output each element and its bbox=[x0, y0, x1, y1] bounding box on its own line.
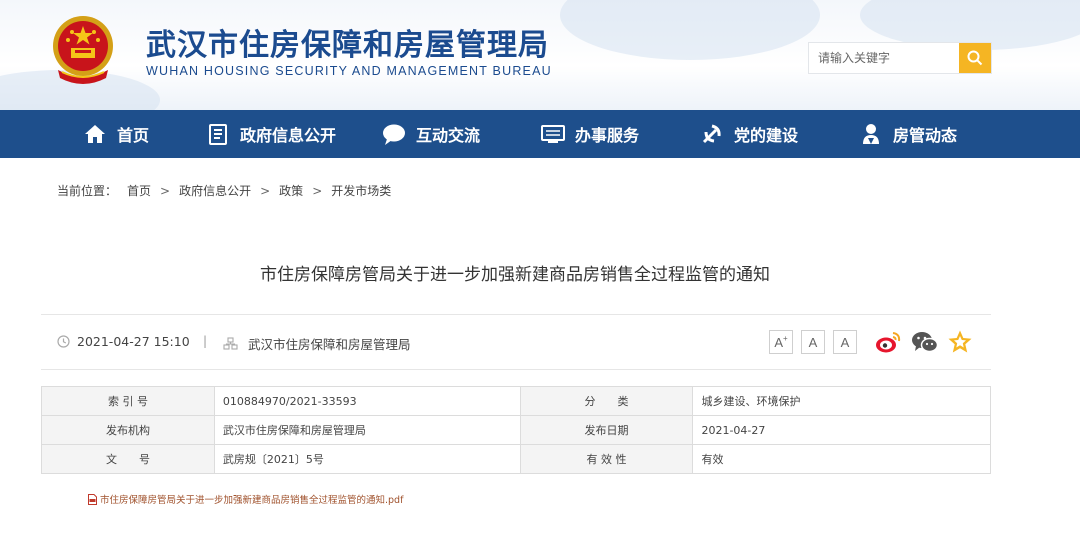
nav-item-label: 互动交流 bbox=[416, 126, 481, 145]
site-header: 武汉市住房保障和房屋管理局 WUHAN HOUSING SECURITY AND… bbox=[0, 0, 1080, 110]
breadcrumb-separator: > bbox=[312, 183, 323, 198]
nav-item-services[interactable]: 办事服务 bbox=[540, 110, 639, 158]
search-input[interactable] bbox=[809, 43, 959, 73]
breadcrumb-separator: > bbox=[160, 183, 171, 198]
index-number-value: 010884970/2021-33593 bbox=[213, 386, 521, 416]
article-title: 市住房保障房管局关于进一步加强新建商品房销售全过程监管的通知 bbox=[260, 265, 770, 285]
font-size-label: A bbox=[808, 334, 818, 350]
validity-label: 有 效 性 bbox=[519, 444, 694, 474]
table-row: 发布机构 武汉市住房保障和房屋管理局 发布日期 2021-04-27 bbox=[41, 415, 991, 445]
search-button[interactable] bbox=[959, 43, 991, 73]
document-number-value: 武房规〔2021〕5号 bbox=[213, 444, 521, 474]
breadcrumb-item-gov-info[interactable]: 政府信息公开 bbox=[179, 182, 251, 199]
publish-date-text: 2021-04-27 15:10 bbox=[77, 334, 190, 349]
meta-divider: | bbox=[203, 334, 208, 348]
document-info-table: 索 引 号 010884970/2021-33593 分 类 城乡建设、环境保护… bbox=[41, 386, 991, 474]
index-number-label: 索 引 号 bbox=[41, 386, 215, 416]
article-meta-bar: 2021-04-27 15:10 | 武汉市住房保障和房屋管理局 A + A A bbox=[41, 314, 991, 370]
nav-item-label: 房管动态 bbox=[893, 126, 958, 145]
weibo-icon[interactable] bbox=[874, 329, 902, 355]
nav-item-label: 政府信息公开 bbox=[240, 126, 337, 145]
breadcrumb-prefix: 当前位置： bbox=[57, 184, 118, 198]
font-size-small-button[interactable]: A bbox=[833, 330, 857, 354]
site-subtitle: WUHAN HOUSING SECURITY AND MANAGEMENT BU… bbox=[146, 64, 552, 78]
nav-item-label: 党的建设 bbox=[734, 126, 799, 145]
breadcrumb-separator: > bbox=[260, 183, 271, 198]
breadcrumb-item-market[interactable]: 开发市场类 bbox=[331, 182, 391, 199]
font-size-label: A bbox=[840, 334, 850, 350]
clock-icon bbox=[57, 335, 70, 348]
chat-bubble-icon bbox=[381, 121, 407, 147]
nav-item-label: 首页 bbox=[117, 126, 150, 145]
nav-item-interaction[interactable]: 互动交流 bbox=[381, 110, 480, 158]
publisher-label: 发布机构 bbox=[41, 415, 215, 445]
font-size-medium-button[interactable]: A bbox=[801, 330, 825, 354]
font-size-large-button[interactable]: A + bbox=[769, 330, 793, 354]
publish-date-value: 2021-04-27 bbox=[692, 415, 991, 445]
search-box bbox=[808, 42, 992, 74]
publisher-value: 武汉市住房保障和房屋管理局 bbox=[213, 415, 521, 445]
organization-icon bbox=[223, 337, 238, 350]
home-icon bbox=[82, 121, 108, 147]
nav-item-label: 办事服务 bbox=[575, 126, 640, 145]
person-icon bbox=[858, 121, 884, 147]
favorite-star-icon[interactable] bbox=[947, 329, 975, 355]
category-label: 分 类 bbox=[519, 386, 694, 416]
document-icon bbox=[205, 121, 231, 147]
category-value: 城乡建设、环境保护 bbox=[692, 386, 991, 416]
publish-date-label: 发布日期 bbox=[519, 415, 694, 445]
font-size-label: A bbox=[774, 334, 783, 350]
site-title: 武汉市住房保障和房屋管理局 bbox=[146, 28, 549, 63]
breadcrumb-item-home[interactable]: 首页 bbox=[127, 182, 151, 199]
article-source: 武汉市住房保障和房屋管理局 bbox=[223, 334, 411, 353]
document-number-label: 文 号 bbox=[41, 444, 215, 474]
breadcrumb: 当前位置： 首页 > 政府信息公开 > 政策 > 开发市场类 bbox=[57, 182, 391, 199]
attachment-link[interactable]: 市住房保障房管局关于进一步加强新建商品房销售全过程监管的通知.pdf bbox=[88, 492, 403, 506]
main-nav: 首页 政府信息公开 互动交流 办事服务 党的建设 房管动态 bbox=[0, 110, 1080, 158]
article-source-text: 武汉市住房保障和房屋管理局 bbox=[248, 337, 411, 352]
nav-item-party[interactable]: 党的建设 bbox=[699, 110, 798, 158]
table-row: 文 号 武房规〔2021〕5号 有 效 性 有效 bbox=[41, 444, 991, 474]
table-row: 索 引 号 010884970/2021-33593 分 类 城乡建设、环境保护 bbox=[41, 386, 991, 416]
pdf-file-icon bbox=[88, 493, 97, 505]
header-decoration bbox=[560, 0, 820, 60]
party-emblem-icon bbox=[699, 121, 725, 147]
publish-date: 2021-04-27 15:10 bbox=[57, 334, 190, 349]
wechat-icon[interactable] bbox=[911, 329, 939, 355]
monitor-icon bbox=[540, 121, 566, 147]
search-icon bbox=[967, 50, 983, 66]
nav-item-news[interactable]: 房管动态 bbox=[858, 110, 957, 158]
nav-item-gov-info[interactable]: 政府信息公开 bbox=[205, 110, 336, 158]
national-emblem-icon[interactable] bbox=[46, 12, 120, 88]
breadcrumb-item-policy[interactable]: 政策 bbox=[279, 182, 303, 199]
attachment-label: 市住房保障房管局关于进一步加强新建商品房销售全过程监管的通知.pdf bbox=[100, 495, 404, 506]
nav-item-home[interactable]: 首页 bbox=[82, 110, 149, 158]
validity-value: 有效 bbox=[692, 444, 991, 474]
